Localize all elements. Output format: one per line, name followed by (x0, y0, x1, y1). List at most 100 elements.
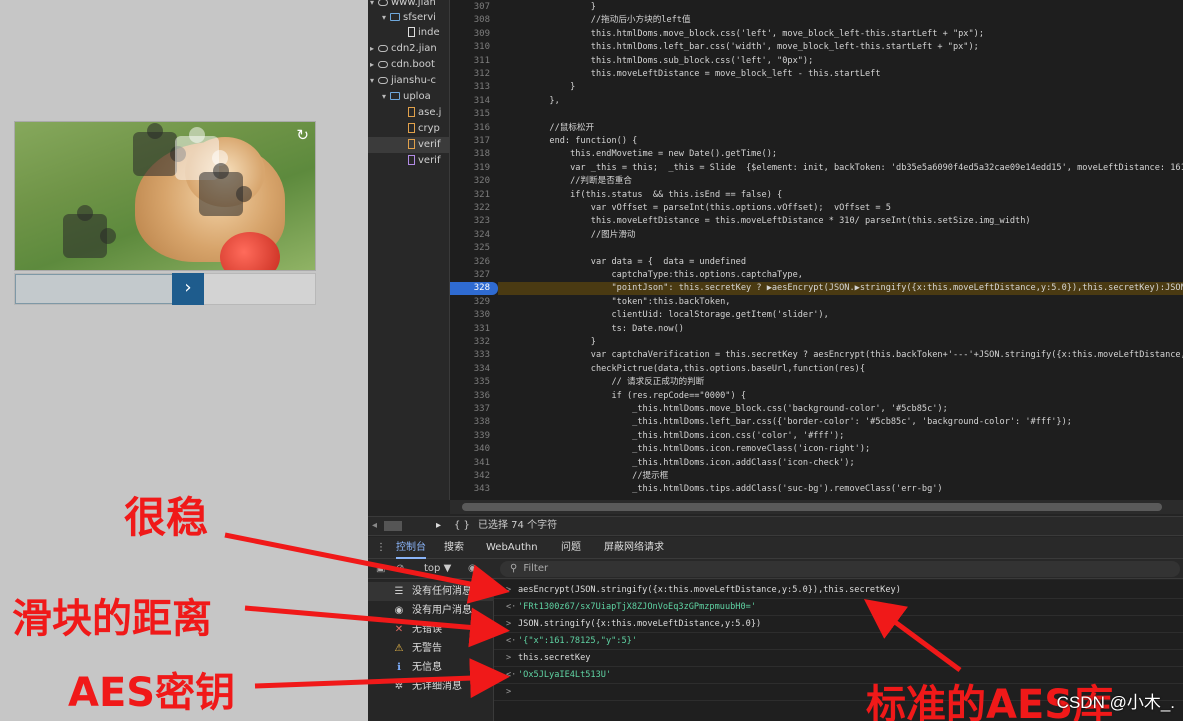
code-line[interactable]: var data = { data = undefined (508, 256, 746, 269)
code-line[interactable]: var _this = this; _this = Slide {$elemen… (508, 162, 1183, 175)
line-number[interactable]: 342 (450, 470, 490, 483)
line-number[interactable]: 320 (450, 175, 490, 188)
tree-item[interactable]: ▸ cdn2.jian (370, 41, 437, 57)
code-horizontal-scrollbar[interactable] (450, 500, 1183, 514)
line-number[interactable]: 341 (450, 457, 490, 470)
expand-arrow-icon[interactable]: ▸ (370, 57, 378, 73)
line-number[interactable]: 313 (450, 81, 490, 94)
console-sidebar-item[interactable]: ◉ 没有用户消息 (368, 601, 494, 620)
line-number[interactable]: 331 (450, 323, 490, 336)
line-number[interactable]: 317 (450, 135, 490, 148)
line-number[interactable]: 310 (450, 41, 490, 54)
line-number[interactable]: 307 (450, 1, 490, 14)
code-line[interactable]: //判断是否重合 (508, 175, 632, 188)
code-line[interactable]: var captchaVerification = this.secretKey… (508, 349, 1183, 362)
code-line[interactable]: this.htmlDoms.left_bar.css('width', move… (508, 41, 979, 54)
console-sidebar-item[interactable]: ✲ 无详细消息 (368, 677, 494, 696)
scrollbar-thumb[interactable] (462, 503, 1162, 511)
code-line[interactable]: _this.htmlDoms.icon.removeClass('icon-ri… (508, 443, 870, 456)
mini-scroll-thumb[interactable] (384, 521, 402, 531)
code-line[interactable]: if(this.status && this.isEnd == false) { (508, 189, 782, 202)
code-line[interactable]: clientUid: localStorage.getItem('slider'… (508, 309, 828, 322)
context-selector[interactable]: top ▼ (424, 559, 451, 579)
line-number[interactable]: 334 (450, 363, 490, 376)
code-line[interactable]: _this.htmlDoms.icon.addClass('icon-check… (508, 457, 854, 470)
code-line[interactable]: end: function() { (508, 135, 637, 148)
tree-item[interactable]: ▾ sfservi (382, 10, 436, 26)
line-number[interactable]: 340 (450, 443, 490, 456)
code-line[interactable]: "pointJson": this.secretKey ? ▶aesEncryp… (508, 282, 1183, 295)
clear-console-icon[interactable]: ⊘ (396, 559, 404, 579)
console-result-line[interactable]: <· 'FRt1300z67/sx7UiapTjX8ZJOnVoEq3zGPmzp… (494, 599, 1183, 616)
tree-item[interactable]: verif (368, 137, 449, 153)
line-number[interactable]: 337 (450, 403, 490, 416)
console-sidebar-item[interactable]: ✕ 无错误 (368, 620, 494, 639)
line-number[interactable]: 327 (450, 269, 490, 282)
line-number[interactable]: 335 (450, 376, 490, 389)
scroll-left-icon[interactable]: ◂ (372, 517, 377, 535)
line-number[interactable]: 336 (450, 390, 490, 403)
code-line[interactable]: captchaType:this.options.captchaType, (508, 269, 802, 282)
line-number[interactable]: 322 (450, 202, 490, 215)
console-sidebar-item[interactable]: ☰ 没有任何消息 (368, 582, 494, 601)
code-line[interactable]: } (508, 1, 596, 14)
tree-item[interactable]: ▾ uploa (382, 89, 431, 105)
line-number[interactable]: 318 (450, 148, 490, 161)
tree-item[interactable]: ase.j (400, 105, 441, 121)
code-line[interactable]: this.htmlDoms.sub_block.css('left', "0px… (508, 55, 813, 68)
line-number[interactable]: 315 (450, 108, 490, 121)
refresh-icon[interactable]: ↻ (296, 126, 309, 144)
eye-icon[interactable]: ◉ (468, 559, 477, 579)
console-input-line[interactable]: > this.secretKey (494, 650, 1183, 667)
expand-arrow-icon[interactable]: ▸ (370, 41, 378, 57)
puzzle-piece-moving[interactable] (63, 205, 116, 258)
line-number[interactable]: 333 (450, 349, 490, 362)
code-line[interactable]: //提示框 (508, 470, 668, 483)
console-input-line[interactable]: > aesEncrypt(JSON.stringify({x:this.moveL… (494, 582, 1183, 599)
code-editor[interactable]: 307 308 309 310 311 312 313 314 315 316 317 318 319 3… (450, 0, 1183, 500)
code-line[interactable]: _this.htmlDoms.tips.addClass('suc-bg').r… (508, 483, 942, 496)
line-number[interactable]: 311 (450, 55, 490, 68)
expand-arrow-icon[interactable]: ▾ (370, 0, 378, 11)
line-number[interactable]: 309 (450, 28, 490, 41)
code-line[interactable]: //鼠标松开 (508, 122, 594, 135)
line-number[interactable]: 325 (450, 242, 490, 255)
drawer-tab[interactable]: 问题 (561, 537, 581, 559)
console-sidebar-item[interactable]: ℹ 无信息 (368, 658, 494, 677)
drawer-tab[interactable]: WebAuthn (486, 537, 538, 559)
console-filter-input[interactable]: ⚲ Filter (500, 561, 1180, 577)
expand-arrow-icon[interactable]: ▾ (370, 73, 378, 89)
drawer-tab[interactable]: 控制台 (396, 537, 426, 559)
line-number[interactable]: 324 (450, 229, 490, 242)
code-line[interactable]: }, (508, 95, 559, 108)
console-input-line[interactable]: > JSON.stringify({x:this.moveLeftDistance… (494, 616, 1183, 633)
tree-item[interactable]: inde (400, 25, 440, 41)
expand-arrow-icon[interactable]: ▾ (382, 10, 390, 26)
line-number[interactable]: 339 (450, 430, 490, 443)
code-line[interactable]: this.moveLeftDistance = move_block_left … (508, 68, 881, 81)
console-sidebar-item[interactable]: ⚠ 无警告 (368, 639, 494, 658)
code-line[interactable]: ts: Date.now() (508, 323, 683, 336)
code-line[interactable]: "token":this.backToken, (508, 296, 730, 309)
line-number[interactable]: 338 (450, 416, 490, 429)
tree-item[interactable]: cryp (400, 121, 440, 137)
code-line[interactable]: _this.htmlDoms.icon.css('color', '#fff')… (508, 430, 844, 443)
code-line[interactable]: _this.htmlDoms.move_block.css('backgroun… (508, 403, 948, 416)
code-line[interactable]: // 请求反正成功的判断 (508, 376, 704, 389)
code-line[interactable]: //图片滑动 (508, 229, 636, 242)
line-number[interactable]: 329 (450, 296, 490, 309)
line-number[interactable]: 319 (450, 162, 490, 175)
code-line[interactable]: checkPictrue(data,this.options.baseUrl,f… (508, 363, 865, 376)
pretty-print-icon[interactable]: { } (454, 517, 470, 535)
code-line[interactable]: var vOffset = parseInt(this.options.vOff… (508, 202, 891, 215)
breakpoint-line-number[interactable]: 328 (450, 282, 498, 296)
slider-handle[interactable]: › (172, 273, 204, 305)
code-line[interactable]: if (res.repCode=="0000") { (508, 390, 746, 403)
code-line[interactable]: } (508, 81, 575, 94)
line-number[interactable]: 312 (450, 68, 490, 81)
line-number[interactable]: 314 (450, 95, 490, 108)
tree-item[interactable]: ▸ cdn.boot (370, 57, 435, 73)
code-line[interactable]: this.htmlDoms.move_block.css('left', mov… (508, 28, 984, 41)
line-number[interactable]: 323 (450, 215, 490, 228)
scroll-right-icon[interactable]: ▸ (436, 517, 441, 535)
